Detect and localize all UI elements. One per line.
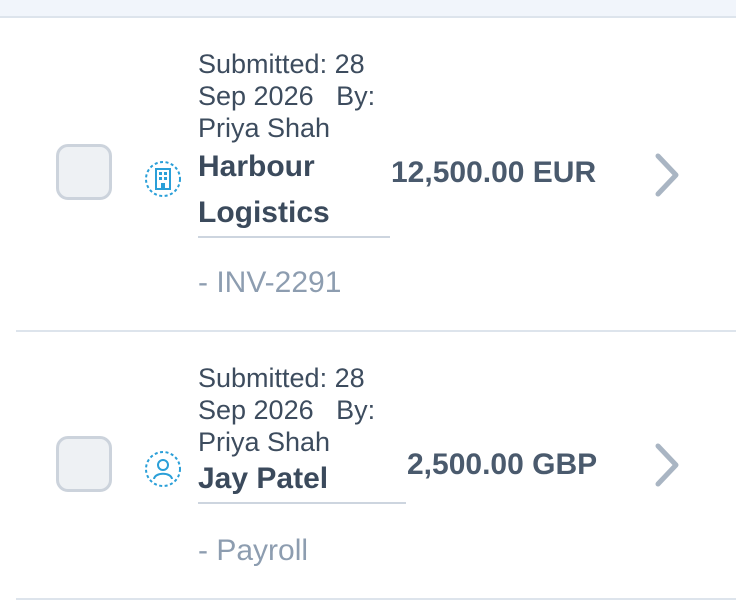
- payee-name: Jay Patel: [198, 462, 329, 495]
- list-item[interactable]: Submitted: 28 Sep 2026 By: Priya Shah Ja…: [16, 332, 736, 600]
- chevron-right-icon[interactable]: [646, 440, 686, 490]
- chevron-right-icon[interactable]: [646, 150, 686, 200]
- payment-amount: 2,500.00 GBP: [407, 448, 598, 481]
- payment-reference: - INV-2291: [198, 266, 342, 299]
- building-icon: [144, 160, 182, 198]
- select-checkbox[interactable]: [56, 144, 112, 200]
- payment-amount: 12,500.00 EUR: [391, 156, 597, 189]
- select-checkbox[interactable]: [56, 436, 112, 492]
- payee-name: Harbour Logistics: [198, 150, 330, 229]
- payee-name-container: Harbour Logistics: [198, 144, 390, 238]
- list-item[interactable]: Submitted: 28 Sep 2026 By: Priya Shah Ha…: [16, 18, 736, 332]
- person-icon: [144, 450, 182, 488]
- submitted-meta: Submitted: 28 Sep 2026 By: Priya Shah: [198, 363, 376, 457]
- submitted-meta: Submitted: 28 Sep 2026 By: Priya Shah: [198, 49, 376, 143]
- payment-reference: - Payroll: [198, 534, 309, 567]
- list-header-bar: [0, 0, 736, 18]
- payee-name-container: Jay Patel: [198, 456, 406, 504]
